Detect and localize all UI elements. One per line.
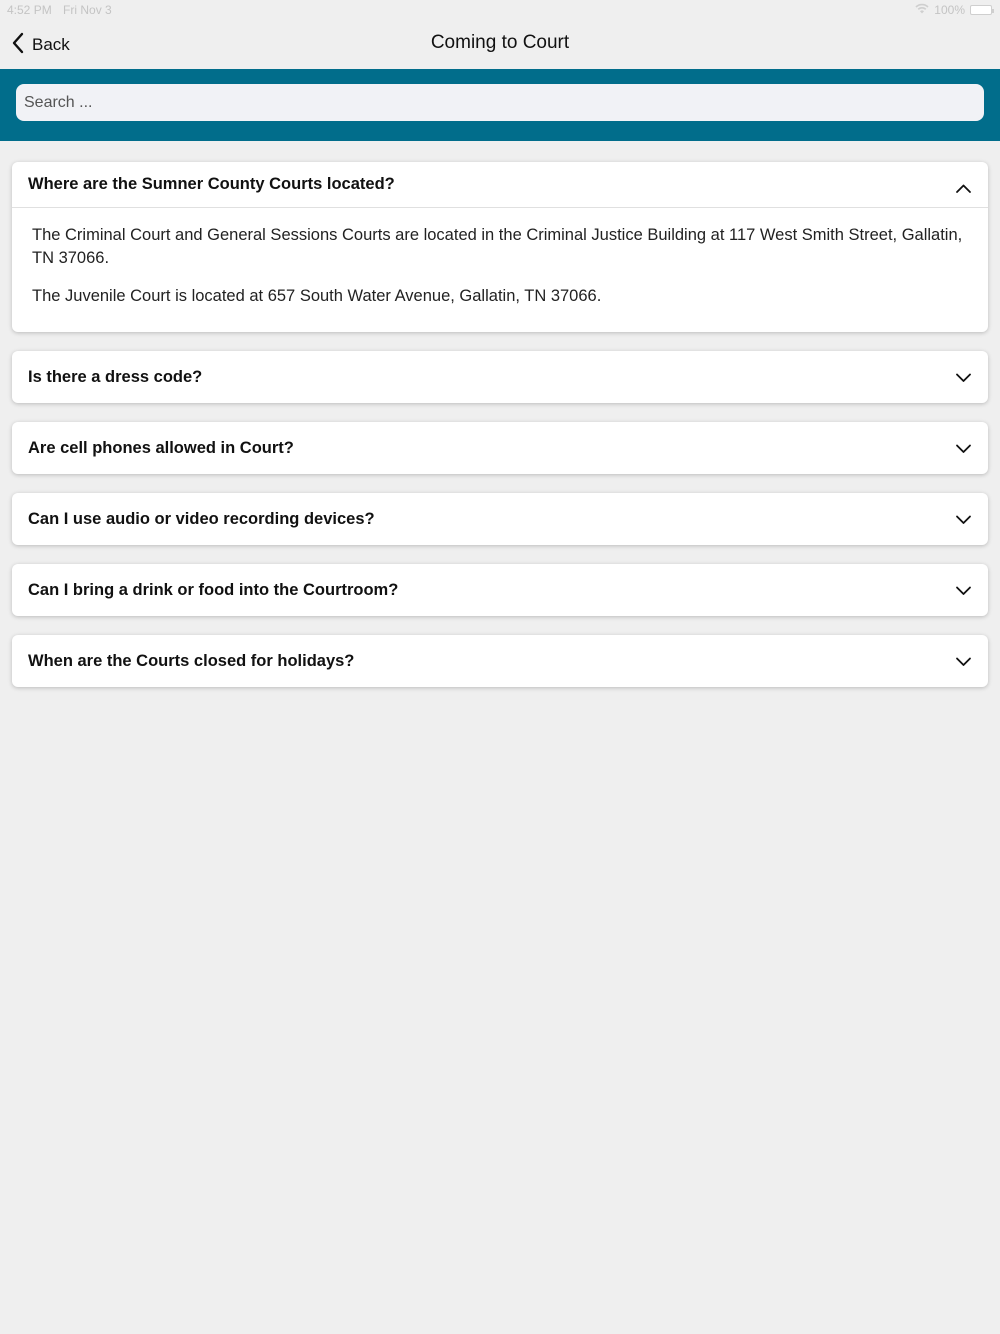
status-time-date: 4:52 PM Fri Nov 3 <box>7 3 112 17</box>
faq-question: Where are the Sumner County Courts locat… <box>28 175 395 193</box>
faq-question-header[interactable]: Where are the Sumner County Courts locat… <box>12 162 988 208</box>
chevron-down-icon <box>955 369 972 386</box>
faq-question: When are the Courts closed for holidays? <box>28 651 355 670</box>
chevron-down-icon <box>955 653 972 670</box>
faq-question-header[interactable]: Can I bring a drink or food into the Cou… <box>12 564 988 616</box>
wifi-icon <box>915 3 929 17</box>
faq-question: Are cell phones allowed in Court? <box>28 438 294 457</box>
chevron-down-icon <box>955 582 972 599</box>
status-bar: 4:52 PM Fri Nov 3 100% <box>0 0 1000 20</box>
chevron-down-icon <box>955 511 972 528</box>
faq-item: When are the Courts closed for holidays? <box>12 635 988 687</box>
page-title: Coming to Court <box>430 32 570 53</box>
faq-answer-paragraph: The Juvenile Court is located at 657 Sou… <box>32 287 602 305</box>
faq-question: Can I bring a drink or food into the Cou… <box>28 580 399 599</box>
search-input[interactable] <box>16 84 984 121</box>
chevron-down-icon <box>955 440 972 457</box>
search-band <box>0 69 1000 141</box>
faq-item: Can I use audio or video recording devic… <box>12 493 988 545</box>
faq-answer-paragraph: The Criminal Court and General Sessions … <box>32 226 963 267</box>
faq-question: Can I use audio or video recording devic… <box>28 509 375 528</box>
faq-question-header[interactable]: Can I use audio or video recording devic… <box>12 493 988 545</box>
faq-item: Can I bring a drink or food into the Cou… <box>12 564 988 616</box>
faq-item: Are cell phones allowed in Court? <box>12 422 988 474</box>
faq-question-header[interactable]: When are the Courts closed for holidays? <box>12 635 988 687</box>
battery-percent: 100% <box>934 3 965 17</box>
status-time: 4:52 PM <box>7 3 52 17</box>
navigation-bar: Back Coming to Court <box>0 20 1000 69</box>
faq-question-header[interactable]: Are cell phones allowed in Court? <box>12 422 988 474</box>
status-date: Fri Nov 3 <box>63 3 112 17</box>
faq-list: Where are the Sumner County Courts locat… <box>12 162 988 706</box>
faq-answer: The Criminal Court and General Sessions … <box>12 208 988 332</box>
battery-icon <box>970 5 994 15</box>
faq-item: Where are the Sumner County Courts locat… <box>12 162 988 332</box>
faq-question: Is there a dress code? <box>28 367 203 386</box>
chevron-up-icon <box>955 180 972 197</box>
faq-question-header[interactable]: Is there a dress code? <box>12 351 988 403</box>
status-indicators: 100% <box>915 3 994 17</box>
faq-item: Is there a dress code? <box>12 351 988 403</box>
